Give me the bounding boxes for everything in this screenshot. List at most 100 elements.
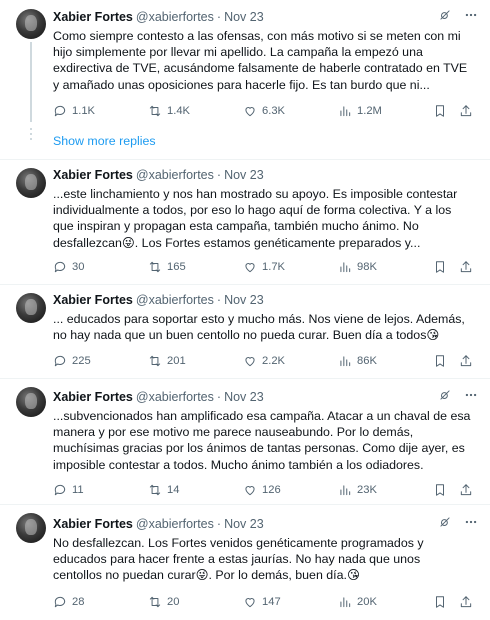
heart-icon: [245, 263, 255, 273]
share-button[interactable]: [459, 593, 473, 611]
reply-button[interactable]: 11: [53, 481, 84, 499]
more-options-icon[interactable]: [464, 8, 478, 27]
tweet[interactable]: Xabier Fortes @xabierfortes · Nov 23 ...est…: [0, 160, 490, 284]
avatar[interactable]: [16, 387, 46, 417]
repost-icon: [149, 355, 161, 367]
share-icon: [460, 355, 472, 367]
tweet[interactable]: Xabier Fortes @xabierfortes · Nov 23 ...sub…: [0, 379, 490, 504]
timestamp[interactable]: Nov 23: [224, 390, 264, 404]
heart-icon: [245, 357, 255, 367]
bookmark-icon: [436, 105, 444, 117]
repost-icon: [149, 484, 161, 496]
author-name[interactable]: Xabier Fortes: [53, 517, 133, 531]
views-button[interactable]: 23K: [338, 481, 377, 499]
like-count: 126: [262, 484, 281, 496]
repost-button[interactable]: 1.4K: [148, 102, 190, 120]
grok-icon[interactable]: [438, 8, 452, 27]
like-button[interactable]: 1.7K: [243, 258, 285, 276]
views-button[interactable]: 1.2M: [338, 102, 382, 120]
like-count: 2.2K: [262, 355, 286, 367]
repost-button[interactable]: 165: [148, 258, 186, 276]
avatar[interactable]: [16, 293, 46, 323]
tweet-actions: 11 14 126 23K: [53, 481, 478, 499]
bookmark-button[interactable]: [433, 352, 447, 370]
timestamp[interactable]: Nov 23: [224, 168, 264, 182]
repost-button[interactable]: 14: [148, 481, 179, 499]
reply-icon: [54, 484, 66, 496]
like-button[interactable]: 6.3K: [243, 102, 285, 120]
author-name[interactable]: Xabier Fortes: [53, 390, 133, 404]
tweet[interactable]: Xabier Fortes @xabierfortes · Nov 23 Como s…: [0, 0, 490, 160]
repost-icon: [149, 596, 161, 608]
repost-button[interactable]: 201: [148, 352, 186, 370]
share-button[interactable]: [459, 352, 473, 370]
author-name[interactable]: Xabier Fortes: [53, 10, 133, 24]
like-button[interactable]: 126: [243, 481, 281, 499]
heart-icon: [245, 598, 255, 608]
avatar[interactable]: [16, 9, 46, 39]
views-icon: [340, 106, 351, 117]
tweet-actions: 225 201 2.2K 86K: [53, 352, 478, 370]
author-handle[interactable]: @xabierfortes: [136, 168, 214, 182]
share-button[interactable]: [459, 258, 473, 276]
tweet-text: Como siempre contesto a las ofensas, con…: [53, 29, 468, 92]
like-count: 147: [262, 596, 281, 608]
repost-count: 165: [167, 261, 186, 273]
tweet-header: Xabier Fortes @xabierfortes · Nov 23: [53, 291, 478, 309]
bookmark-button[interactable]: [433, 593, 447, 611]
reply-count: 30: [72, 261, 85, 273]
grok-icon[interactable]: [438, 388, 452, 407]
timestamp[interactable]: Nov 23: [224, 293, 264, 307]
avatar[interactable]: [16, 513, 46, 543]
bookmark-icon: [436, 261, 444, 273]
show-more-replies-link[interactable]: Show more replies: [53, 134, 156, 148]
views-count: 86K: [357, 355, 377, 367]
author-name[interactable]: Xabier Fortes: [53, 293, 133, 307]
like-button[interactable]: 2.2K: [243, 352, 285, 370]
repost-icon: [149, 105, 161, 117]
separator-dot: ·: [216, 293, 222, 307]
bookmark-button[interactable]: [433, 481, 447, 499]
bookmark-icon: [436, 484, 444, 496]
share-icon: [460, 105, 472, 117]
reply-button[interactable]: 28: [53, 593, 84, 611]
author-handle[interactable]: @xabierfortes: [136, 390, 214, 404]
grok-icon[interactable]: [438, 515, 452, 534]
timestamp[interactable]: Nov 23: [224, 517, 264, 531]
reply-button[interactable]: 30: [53, 258, 84, 276]
views-icon: [340, 597, 351, 608]
views-button[interactable]: 98K: [338, 258, 377, 276]
reply-button[interactable]: 1.1K: [53, 102, 95, 120]
tweet-actions: 30 165 1.7K 98K: [53, 258, 478, 276]
views-count: 1.2M: [357, 105, 382, 117]
author-name[interactable]: Xabier Fortes: [53, 168, 133, 182]
share-button[interactable]: [459, 481, 473, 499]
avatar[interactable]: [16, 168, 46, 198]
more-options-icon[interactable]: [464, 388, 478, 407]
share-button[interactable]: [459, 102, 473, 120]
tweet-text: ...este linchamiento y nos han mostrado …: [53, 187, 458, 250]
views-count: 98K: [357, 261, 377, 273]
repost-button[interactable]: 20: [148, 593, 179, 611]
timestamp[interactable]: Nov 23: [224, 10, 264, 24]
bookmark-button[interactable]: [433, 258, 447, 276]
more-options-icon[interactable]: [464, 515, 478, 534]
tweet-header: Xabier Fortes @xabierfortes · Nov 23: [53, 515, 478, 533]
reply-icon: [54, 596, 66, 608]
tweet[interactable]: Xabier Fortes @xabierfortes · Nov 23 No des…: [0, 505, 490, 620]
repost-count: 1.4K: [167, 105, 191, 117]
reply-button[interactable]: 225: [53, 352, 91, 370]
author-handle[interactable]: @xabierfortes: [136, 10, 214, 24]
share-icon: [460, 261, 472, 273]
views-button[interactable]: 20K: [338, 593, 377, 611]
separator-dot: ·: [216, 517, 222, 531]
author-handle[interactable]: @xabierfortes: [136, 517, 214, 531]
tweet-text: ... educados para soportar esto y mucho …: [53, 312, 465, 343]
heart-icon: [245, 107, 255, 117]
bookmark-button[interactable]: [433, 102, 447, 120]
tweet[interactable]: Xabier Fortes @xabierfortes · Nov 23 ... ed…: [0, 285, 490, 378]
like-button[interactable]: 147: [243, 593, 281, 611]
views-button[interactable]: 86K: [338, 352, 377, 370]
author-handle[interactable]: @xabierfortes: [136, 293, 214, 307]
like-count: 1.7K: [262, 261, 286, 273]
